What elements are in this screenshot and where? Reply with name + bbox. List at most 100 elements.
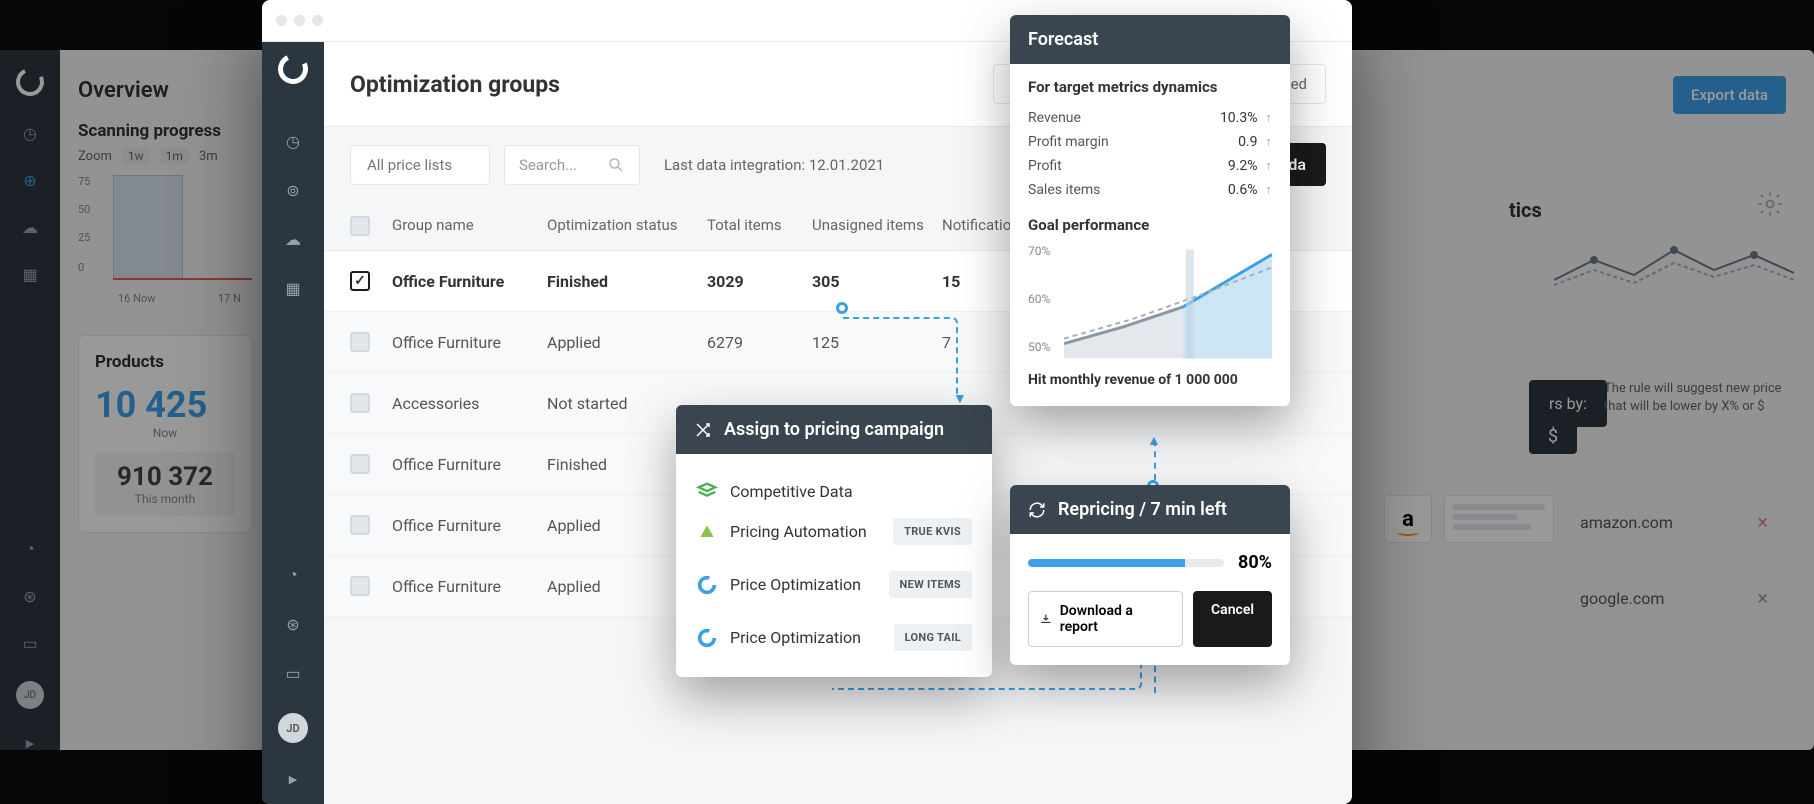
refresh-icon [1028,501,1046,519]
arrow-up-icon: ↑ [1266,134,1273,150]
repricing-panel: Repricing / 7 min left 80% Download a re… [1010,485,1290,665]
progress-row: 80% [1028,552,1272,573]
bell-icon[interactable]: ◔ [283,565,303,585]
zoom-1m: 1m [160,147,189,165]
metric-row: Profit9.2%↑ [1028,154,1272,178]
sparkline [1554,235,1794,305]
search-icon [607,156,625,174]
cloud-icon[interactable]: ☁ [283,230,303,249]
ytick: 50% [1028,340,1050,354]
assign-title: Assign to pricing campaign [724,419,944,440]
row-checkbox[interactable] [350,332,370,352]
logo-icon [12,64,48,100]
target-icon[interactable]: ⊚ [283,181,303,200]
price-list-select[interactable]: All price lists [350,145,490,185]
cancel-button[interactable]: Cancel [1193,591,1272,647]
shuffle-icon [694,421,712,439]
products-month-label: This month [105,492,225,506]
row-checkbox[interactable] [350,271,370,291]
assign-item[interactable]: Pricing Automation TRUE KVIS [696,510,972,553]
gear-icon: ⊛ [23,587,36,606]
col-status: Optimization status [547,216,707,236]
select-all-checkbox[interactable] [350,216,370,236]
gear-icon[interactable]: ⊛ [283,615,303,634]
row-checkbox[interactable] [350,515,370,535]
competitor-label: amazon.com [1580,513,1673,532]
dollar-button: $ [1529,418,1577,454]
chevron-right-icon[interactable]: ▶ [289,773,297,786]
calendar-icon: ▦ [22,265,37,284]
row-checkbox[interactable] [350,393,370,413]
download-icon [1039,612,1053,626]
assign-item[interactable]: Price Optimization LONG TAIL [696,616,972,659]
cell-name: Office Furniture [392,577,547,596]
assign-label: Competitive Data [730,482,972,501]
close-icon: × [1757,510,1768,534]
assign-label: Price Optimization [730,628,882,647]
row-checkbox[interactable] [350,454,370,474]
goal-chart: 70% 60% 50% [1028,244,1272,364]
page-title: Optimization groups [350,71,993,98]
competitor-amazon: amazon.com × [1564,498,1784,546]
download-report-button[interactable]: Download a report [1028,591,1183,647]
products-title: Products [95,352,235,372]
rule-description: The rule will suggest new price that wil… [1604,380,1784,416]
row-checkbox[interactable] [350,576,370,596]
avatar[interactable]: JD [278,713,308,743]
assign-campaign-panel: Assign to pricing campaign Competitive D… [676,405,992,677]
search-input[interactable]: Search... [504,145,640,185]
zoom-label: Zoom [78,149,112,164]
assign-label: Pricing Automation [730,522,881,541]
competitor-label: google.com [1580,589,1664,608]
clock-icon: ◷ [23,124,37,143]
cell-name: Office Furniture [392,516,547,535]
placeholder-box [1444,495,1554,543]
logo-icon [274,50,312,88]
clock-icon[interactable]: ◷ [283,132,303,151]
products-card: Products 10 425 Now 910 372 This month [78,335,252,533]
header-fragment: tics [1509,198,1542,222]
globe-icon: ⊕ [23,171,36,190]
assign-item[interactable]: Competitive Data [696,472,972,510]
progress-bar [1028,559,1224,567]
export-button: Export data [1673,76,1786,114]
chevron-right-icon: ▶ [26,737,34,750]
download-label: Download a report [1060,603,1172,635]
col-total: Total items [707,216,812,236]
arrow-up-icon: ↑ [1266,182,1273,198]
metric-row: Sales items0.6%↑ [1028,178,1272,202]
search-placeholder: Search... [519,156,577,174]
cell-total: 3029 [707,272,812,291]
assign-item[interactable]: Price Optimization NEW ITEMS [696,563,972,606]
bg-left-nav: ◷ ⊕ ☁ ▦ ◔ ⊛ ▭ JD ▶ [0,50,60,750]
goal-perf-title: Goal performance [1028,216,1272,234]
cell-unassigned: 125 [812,333,942,352]
progress-percent: 80% [1238,552,1272,573]
cloud-icon: ☁ [22,218,38,237]
stack-icon [696,480,718,502]
products-now-label: Now [95,426,235,440]
ytick: 75 [78,175,90,188]
ring-icon [696,627,718,649]
ring-icon [696,574,718,596]
ytick: 25 [78,231,90,244]
bell-icon: ◔ [25,539,35,559]
close-icon: × [1757,586,1768,610]
ytick: 60% [1028,292,1050,306]
repricing-title: Repricing / 7 min left [1058,499,1227,520]
assign-label: Price Optimization [730,575,877,594]
briefcase-icon: ▭ [22,634,37,653]
main-nav-rail: ◷ ⊚ ☁ ▦ ◔ ⊛ ▭ JD ▶ [262,42,324,804]
zoom-3m: 3m [199,149,218,164]
metric-row: Profit margin0.9↑ [1028,130,1272,154]
arrow-up-icon: ↑ [1266,158,1273,174]
calendar-icon[interactable]: ▦ [283,279,303,298]
cell-name: Accessories [392,394,547,413]
cell-total: 6279 [707,333,812,352]
zoom-1w: 1w [122,147,150,165]
briefcase-icon[interactable]: ▭ [283,664,303,683]
amazon-icon: a [1384,495,1432,543]
scan-progress-card: Scanning progress Zoom 1w 1m 3m 75 50 25… [78,121,252,305]
cell-status: Applied [547,333,707,352]
triangle-icon [696,521,718,543]
